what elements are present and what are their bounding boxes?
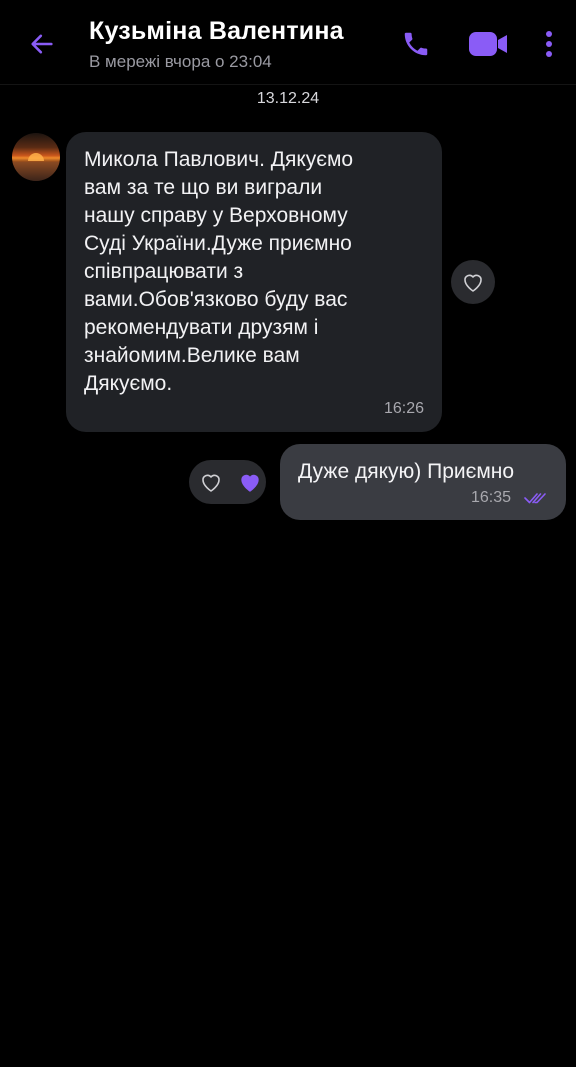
header-divider — [0, 84, 576, 85]
like-button[interactable] — [189, 460, 233, 504]
outgoing-message-bubble[interactable]: Дуже дякую) Приємно 16:35 — [280, 444, 566, 520]
heart-filled-icon — [240, 474, 259, 492]
like-button[interactable] — [451, 260, 495, 304]
message-time: 16:26 — [383, 400, 424, 417]
chat-screen: Кузьміна Валентина В мережі вчора о 23:0… — [0, 0, 576, 1067]
chat-header: Кузьміна Валентина В мережі вчора о 23:0… — [0, 0, 576, 84]
contact-status: В мережі вчора о 23:04 — [89, 52, 272, 71]
more-menu-button[interactable] — [534, 24, 564, 64]
reactions-pill — [189, 460, 266, 504]
video-call-button[interactable] — [464, 24, 512, 64]
more-vertical-icon — [546, 31, 552, 57]
avatar-sun — [28, 153, 44, 161]
contact-avatar[interactable] — [12, 133, 60, 181]
back-button[interactable] — [22, 24, 62, 64]
phone-icon — [404, 32, 428, 56]
heart-outline-icon — [202, 474, 220, 492]
avatar-sea — [12, 162, 60, 181]
video-camera-icon — [469, 32, 507, 56]
double-check-icon — [524, 493, 546, 504]
call-button[interactable] — [396, 24, 436, 64]
arrow-left-icon — [31, 34, 53, 54]
message-text: Микола Павлович. Дякуємо вам за те що ви… — [84, 148, 354, 395]
contact-name[interactable]: Кузьміна Валентина — [89, 17, 344, 46]
heart-outline-icon — [464, 274, 482, 292]
message-time: 16:35 — [471, 489, 512, 506]
incoming-message-bubble[interactable]: Микола Павлович. Дякуємо вам за те що ви… — [66, 132, 442, 432]
message-text: Дуже дякую) Приємно — [298, 460, 515, 483]
date-separator: 13.12.24 — [256, 90, 320, 107]
liked-reaction — [233, 460, 266, 504]
